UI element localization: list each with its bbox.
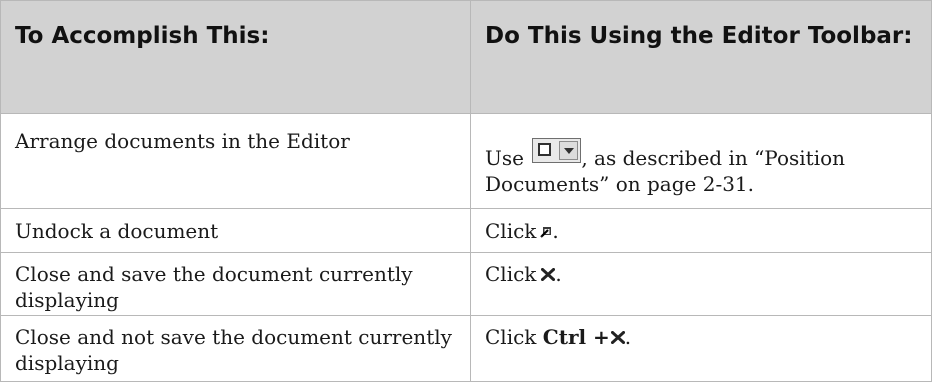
table-row: Close and save the document currently di… bbox=[0, 252, 932, 316]
action-suffix: . bbox=[555, 262, 562, 286]
action-prefix: Click bbox=[485, 262, 537, 286]
window-square-icon bbox=[538, 143, 552, 156]
table-header-row: To Accomplish This: Do This Using the Ed… bbox=[0, 0, 932, 114]
task-cell: Undock a document bbox=[0, 208, 471, 253]
task-cell: Arrange documents in the Editor bbox=[0, 113, 471, 209]
window-position-dropdown-icon bbox=[532, 138, 582, 163]
action-cell: Click. bbox=[470, 208, 932, 253]
close-x-icon bbox=[541, 268, 556, 281]
close-x-icon bbox=[610, 331, 625, 344]
action-cell: Use , as described in “Position Document… bbox=[470, 113, 932, 209]
header-accomplish: To Accomplish This: bbox=[0, 0, 471, 114]
ctrl-key-label: Ctrl + bbox=[542, 325, 610, 349]
header-do-this: Do This Using the Editor Toolbar: bbox=[470, 0, 932, 114]
task-cell: Close and not save the document currentl… bbox=[0, 315, 471, 382]
action-prefix: Click bbox=[485, 219, 537, 243]
editor-toolbar-table: To Accomplish This: Do This Using the Ed… bbox=[0, 0, 932, 382]
action-prefix: Use bbox=[485, 146, 524, 170]
table-row: Arrange documents in the Editor Use , as… bbox=[0, 113, 932, 209]
table-row: Close and not save the document currentl… bbox=[0, 315, 932, 382]
action-cell: Click Ctrl +. bbox=[470, 315, 932, 382]
dropdown-arrow-icon bbox=[559, 141, 579, 160]
action-prefix: Click bbox=[485, 325, 537, 349]
action-suffix: . bbox=[624, 325, 632, 349]
action-suffix: . bbox=[552, 219, 559, 243]
undock-icon bbox=[540, 226, 553, 238]
task-cell: Close and save the document currently di… bbox=[0, 252, 471, 316]
table-row: Undock a document Click. bbox=[0, 208, 932, 253]
action-cell: Click. bbox=[470, 252, 932, 316]
